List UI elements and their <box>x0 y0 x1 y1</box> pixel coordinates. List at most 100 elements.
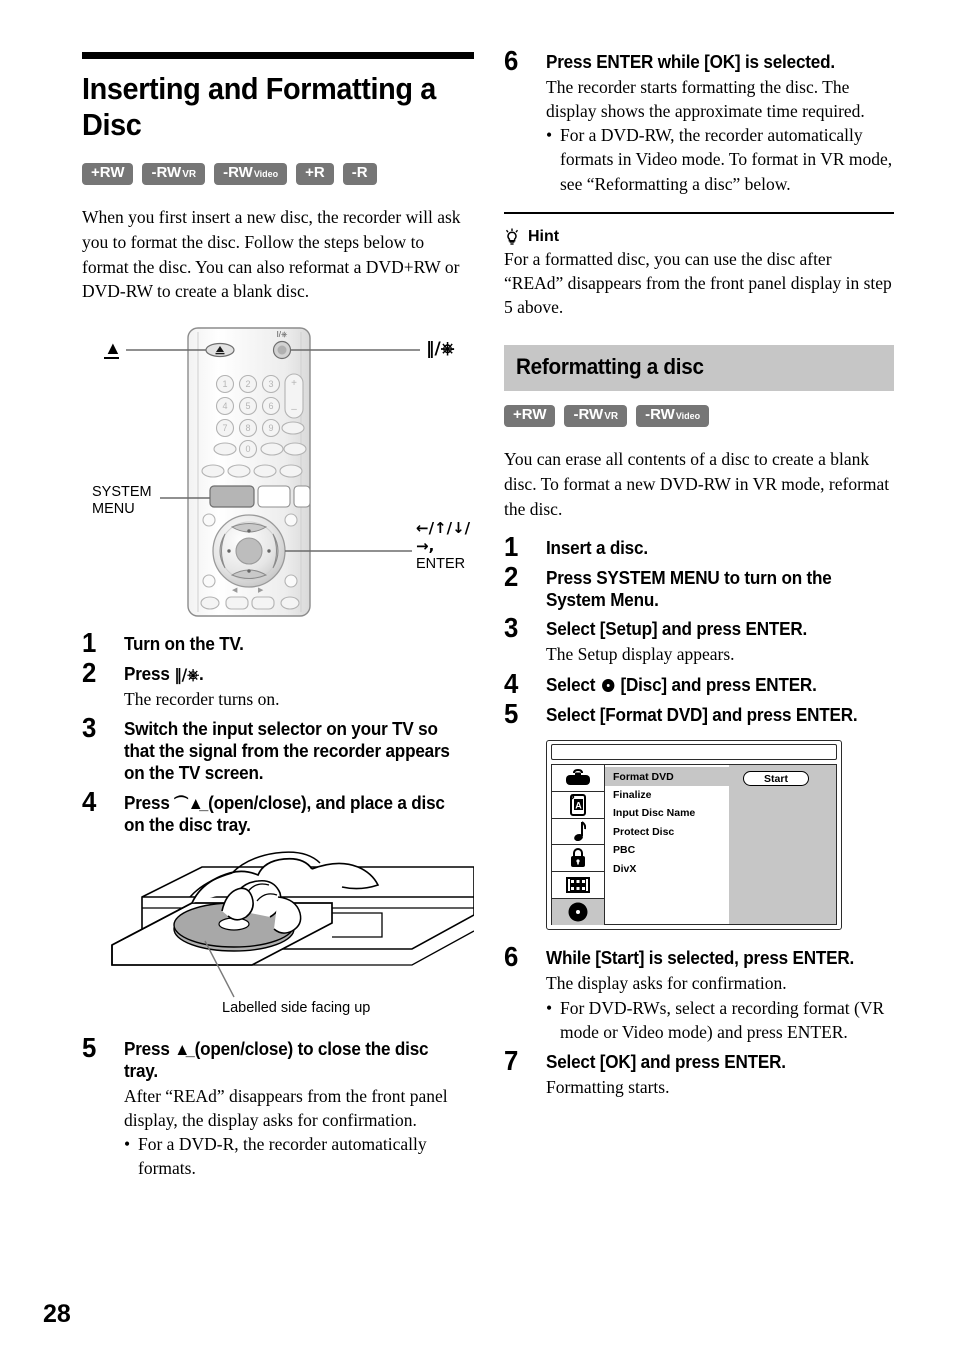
language-book-icon[interactable]: A <box>552 792 604 819</box>
remote-control-svg: I/⎈ 1 2 3 4 5 6 7 8 9 0 + – ◀ ▶ <box>126 327 420 617</box>
callout-power-label: ‖/⎈ <box>426 339 455 360</box>
step-number: 6 <box>504 941 519 973</box>
step-1: 1 Turn on the TV. <box>82 629 474 657</box>
step-5: 5 Press ▲̲ (open/close) to close the dis… <box>82 1034 474 1180</box>
step-number: 5 <box>504 697 519 729</box>
setup-menu-item-format-dvd[interactable]: Format DVD <box>605 767 729 786</box>
disc-badge-row-section: +RW -RW VR -RW Video <box>504 405 894 428</box>
start-button[interactable]: Start <box>743 771 809 787</box>
step-2: 2 Press ‖/⎈. The recorder turns on. <box>82 659 474 711</box>
hint-body: For a formatted disc, you can use the di… <box>504 248 892 317</box>
callout-direction-enter-label: ←/↑/↓/→, ENTER <box>416 520 474 572</box>
lightbulb-icon <box>504 228 520 246</box>
hint-label: Hint <box>528 227 560 245</box>
reformat-step-2: 2 Press SYSTEM MENU to turn on the Syste… <box>504 562 894 612</box>
svg-text:8: 8 <box>245 423 250 433</box>
setup-inner: A Format DVD Finalize Input Disc Name Pr… <box>551 764 837 926</box>
setup-action-panel: Start <box>729 765 836 925</box>
step-number: 6 <box>504 45 519 76</box>
setup-menu-item-pbc[interactable]: PBC <box>605 841 729 859</box>
left-column: Inserting and Formatting a Disc +RW -RW V… <box>82 52 475 1189</box>
bullet-item: For DVD-RWs, select a recording format (… <box>546 996 894 1044</box>
step-heading: Select [OK] and press ENTER. <box>546 1051 786 1072</box>
step-heading: Turn on the TV. <box>124 634 244 655</box>
step-number: 2 <box>504 560 519 592</box>
step-number: 2 <box>82 657 97 689</box>
step-bullets: For a DVD-RW, the recorder automatically… <box>546 123 894 195</box>
disc-badge-plus-rw: +RW <box>504 405 556 428</box>
setup-menu-item-protect-disc[interactable]: Protect Disc <box>605 823 729 841</box>
svg-text:5: 5 <box>245 401 250 411</box>
setup-menu-item-finalize[interactable]: Finalize <box>605 786 729 804</box>
step-heading: Press ‖/⎈. <box>124 664 204 685</box>
disc-tray-svg <box>111 851 475 998</box>
bullet-item: For a DVD-RW, the recorder automatically… <box>546 123 894 195</box>
page-number: 28 <box>43 1300 71 1328</box>
svg-text:I/⎈: I/⎈ <box>277 330 288 339</box>
system-menu-line2: MENU <box>92 500 135 517</box>
toolbox-icon[interactable] <box>552 765 604 793</box>
setup-content: Format DVD Finalize Input Disc Name Prot… <box>605 764 837 926</box>
step-6-top: 6 Press ENTER while [OK] is selected. Th… <box>504 47 894 196</box>
svg-text:+: + <box>291 378 297 389</box>
reformat-step-7: 7 Select [OK] and press ENTER. Formattin… <box>504 1046 894 1099</box>
disc-badge-minus-rw-vr: -RW VR <box>564 405 628 428</box>
step-heading: Select [Format DVD] and press ENTER. <box>546 704 858 725</box>
step-heading: Insert a disc. <box>546 537 648 558</box>
setup-titlebar <box>551 744 837 761</box>
film-strip-icon[interactable] <box>552 872 604 899</box>
svg-text:◀: ◀ <box>232 587 238 594</box>
hint-divider <box>504 211 894 214</box>
step-heading: Press ENTER while [OK] is selected. <box>546 52 835 72</box>
callout-eject-icon: ▲ <box>104 338 122 359</box>
svg-text:A: A <box>575 800 582 810</box>
step-description: After “REAd” disappears from the front p… <box>124 1086 448 1131</box>
page-title: Inserting and Formatting a Disc <box>82 71 436 142</box>
disc-icon[interactable] <box>552 898 604 925</box>
setup-menu-item-divx[interactable]: DivX <box>605 859 729 877</box>
music-note-icon[interactable] <box>552 819 604 846</box>
disc-badge-minus-rw-video: -RW Video <box>214 162 288 185</box>
step-number: 3 <box>504 612 519 644</box>
hint-header: Hint <box>504 228 894 246</box>
disc-badge-minus-rw-video: -RW Video <box>636 405 710 428</box>
lock-icon[interactable] <box>552 845 604 873</box>
system-menu-line1: SYSTEM <box>92 484 152 501</box>
intro-paragraph: When you first insert a new disc, the re… <box>82 206 461 302</box>
step-heading: Select [Disc] and press ENTER. <box>546 674 817 695</box>
step-number: 7 <box>504 1044 519 1076</box>
step-description: Formatting starts. <box>546 1076 670 1097</box>
step-heading: Select [Setup] and press ENTER. <box>546 619 808 640</box>
section-title: Reformatting a disc <box>516 354 704 380</box>
section-intro: You can erase all contents of a disc to … <box>504 449 890 519</box>
step-bullets: For a DVD-R, the recorder automatically … <box>124 1132 474 1180</box>
right-column: 6 Press ENTER while [OK] is selected. Th… <box>504 47 894 1107</box>
setup-sidebar: A <box>551 764 605 926</box>
setup-menu-item-input-disc-name[interactable]: Input Disc Name <box>605 804 729 822</box>
direction-glyphs: ←/↑/↓/→, <box>416 519 471 555</box>
setup-menu-list: Format DVD Finalize Input Disc Name Prot… <box>605 765 729 925</box>
enter-label: ENTER <box>416 555 466 572</box>
svg-text:0: 0 <box>245 444 250 454</box>
step-heading: Switch the input selector on your TV so … <box>124 719 450 784</box>
step-heading: While [Start] is selected, press ENTER. <box>546 948 855 969</box>
remote-control-illustration: I/⎈ 1 2 3 4 5 6 7 8 9 0 + – ◀ ▶ ▲ ‖/⎈ SY… <box>82 320 474 620</box>
step-description: The display asks for confirmation. <box>546 973 787 994</box>
svg-text:6: 6 <box>268 401 273 411</box>
reformat-step-5: 5 Select [Format DVD] and press ENTER. <box>504 699 894 727</box>
disc-badge-row-main: +RW -RW VR -RW Video +R -R <box>82 162 474 185</box>
step-description: The Setup display appears. <box>546 644 735 665</box>
svg-text:9: 9 <box>268 423 273 433</box>
step-number: 1 <box>82 627 97 659</box>
section-header-bar: Reformatting a disc <box>504 345 894 392</box>
disc-badge-plus-rw: +RW <box>82 162 134 185</box>
svg-text:1: 1 <box>222 379 227 389</box>
bullet-item: For a DVD-R, the recorder automatically … <box>124 1132 474 1180</box>
power-icon: ‖/⎈ <box>174 665 199 685</box>
disc-badge-minus-rw-vr: -RW VR <box>142 162 206 185</box>
step-heading: Press ▲̲ (open/close) to close the disc … <box>124 1039 429 1082</box>
step-description: The recorder starts formatting the disc.… <box>546 76 865 122</box>
step-number: 4 <box>504 667 519 699</box>
svg-text:7: 7 <box>222 423 227 433</box>
disc-icon <box>601 678 615 692</box>
